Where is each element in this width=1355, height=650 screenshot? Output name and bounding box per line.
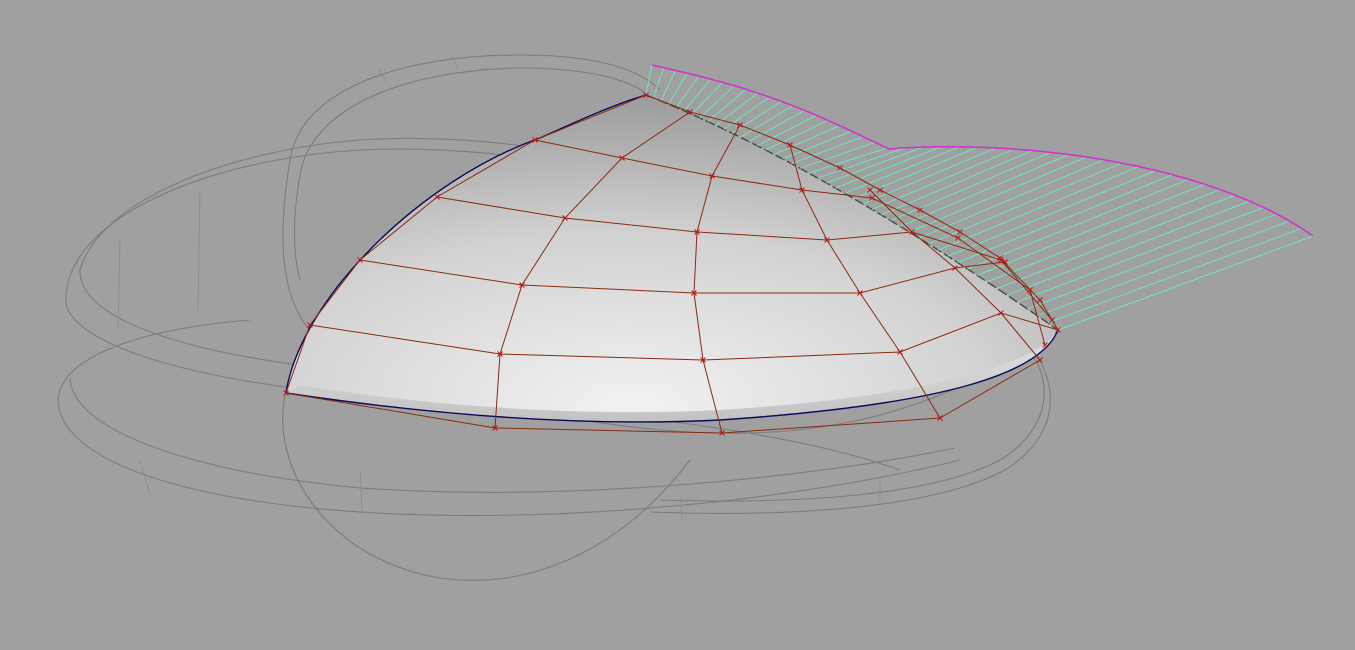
- comb-tooth: [862, 147, 997, 205]
- comb-tooth: [652, 67, 665, 99]
- comb-tooth: [899, 154, 1069, 227]
- comb-tooth: [890, 151, 1051, 222]
- comb-tooth: [817, 147, 906, 179]
- comb-tooth: [683, 78, 712, 112]
- control-point[interactable]: [1037, 297, 1043, 303]
- comb-tooth: [918, 159, 1105, 239]
- 3d-viewport[interactable]: [0, 0, 1355, 650]
- control-point[interactable]: [877, 187, 883, 193]
- comb-tooth: [826, 146, 924, 184]
- comb-tooth: [835, 146, 942, 189]
- control-point[interactable]: [1037, 357, 1043, 363]
- shell-surface[interactable]: [285, 94, 1059, 423]
- control-point[interactable]: [955, 235, 961, 241]
- comb-tooth: [691, 81, 723, 115]
- comb-tooth: [881, 150, 1033, 216]
- comb-tooth: [928, 162, 1123, 245]
- comb-tooth: [675, 75, 700, 108]
- comb-tooth: [699, 85, 735, 119]
- control-point[interactable]: [837, 165, 843, 171]
